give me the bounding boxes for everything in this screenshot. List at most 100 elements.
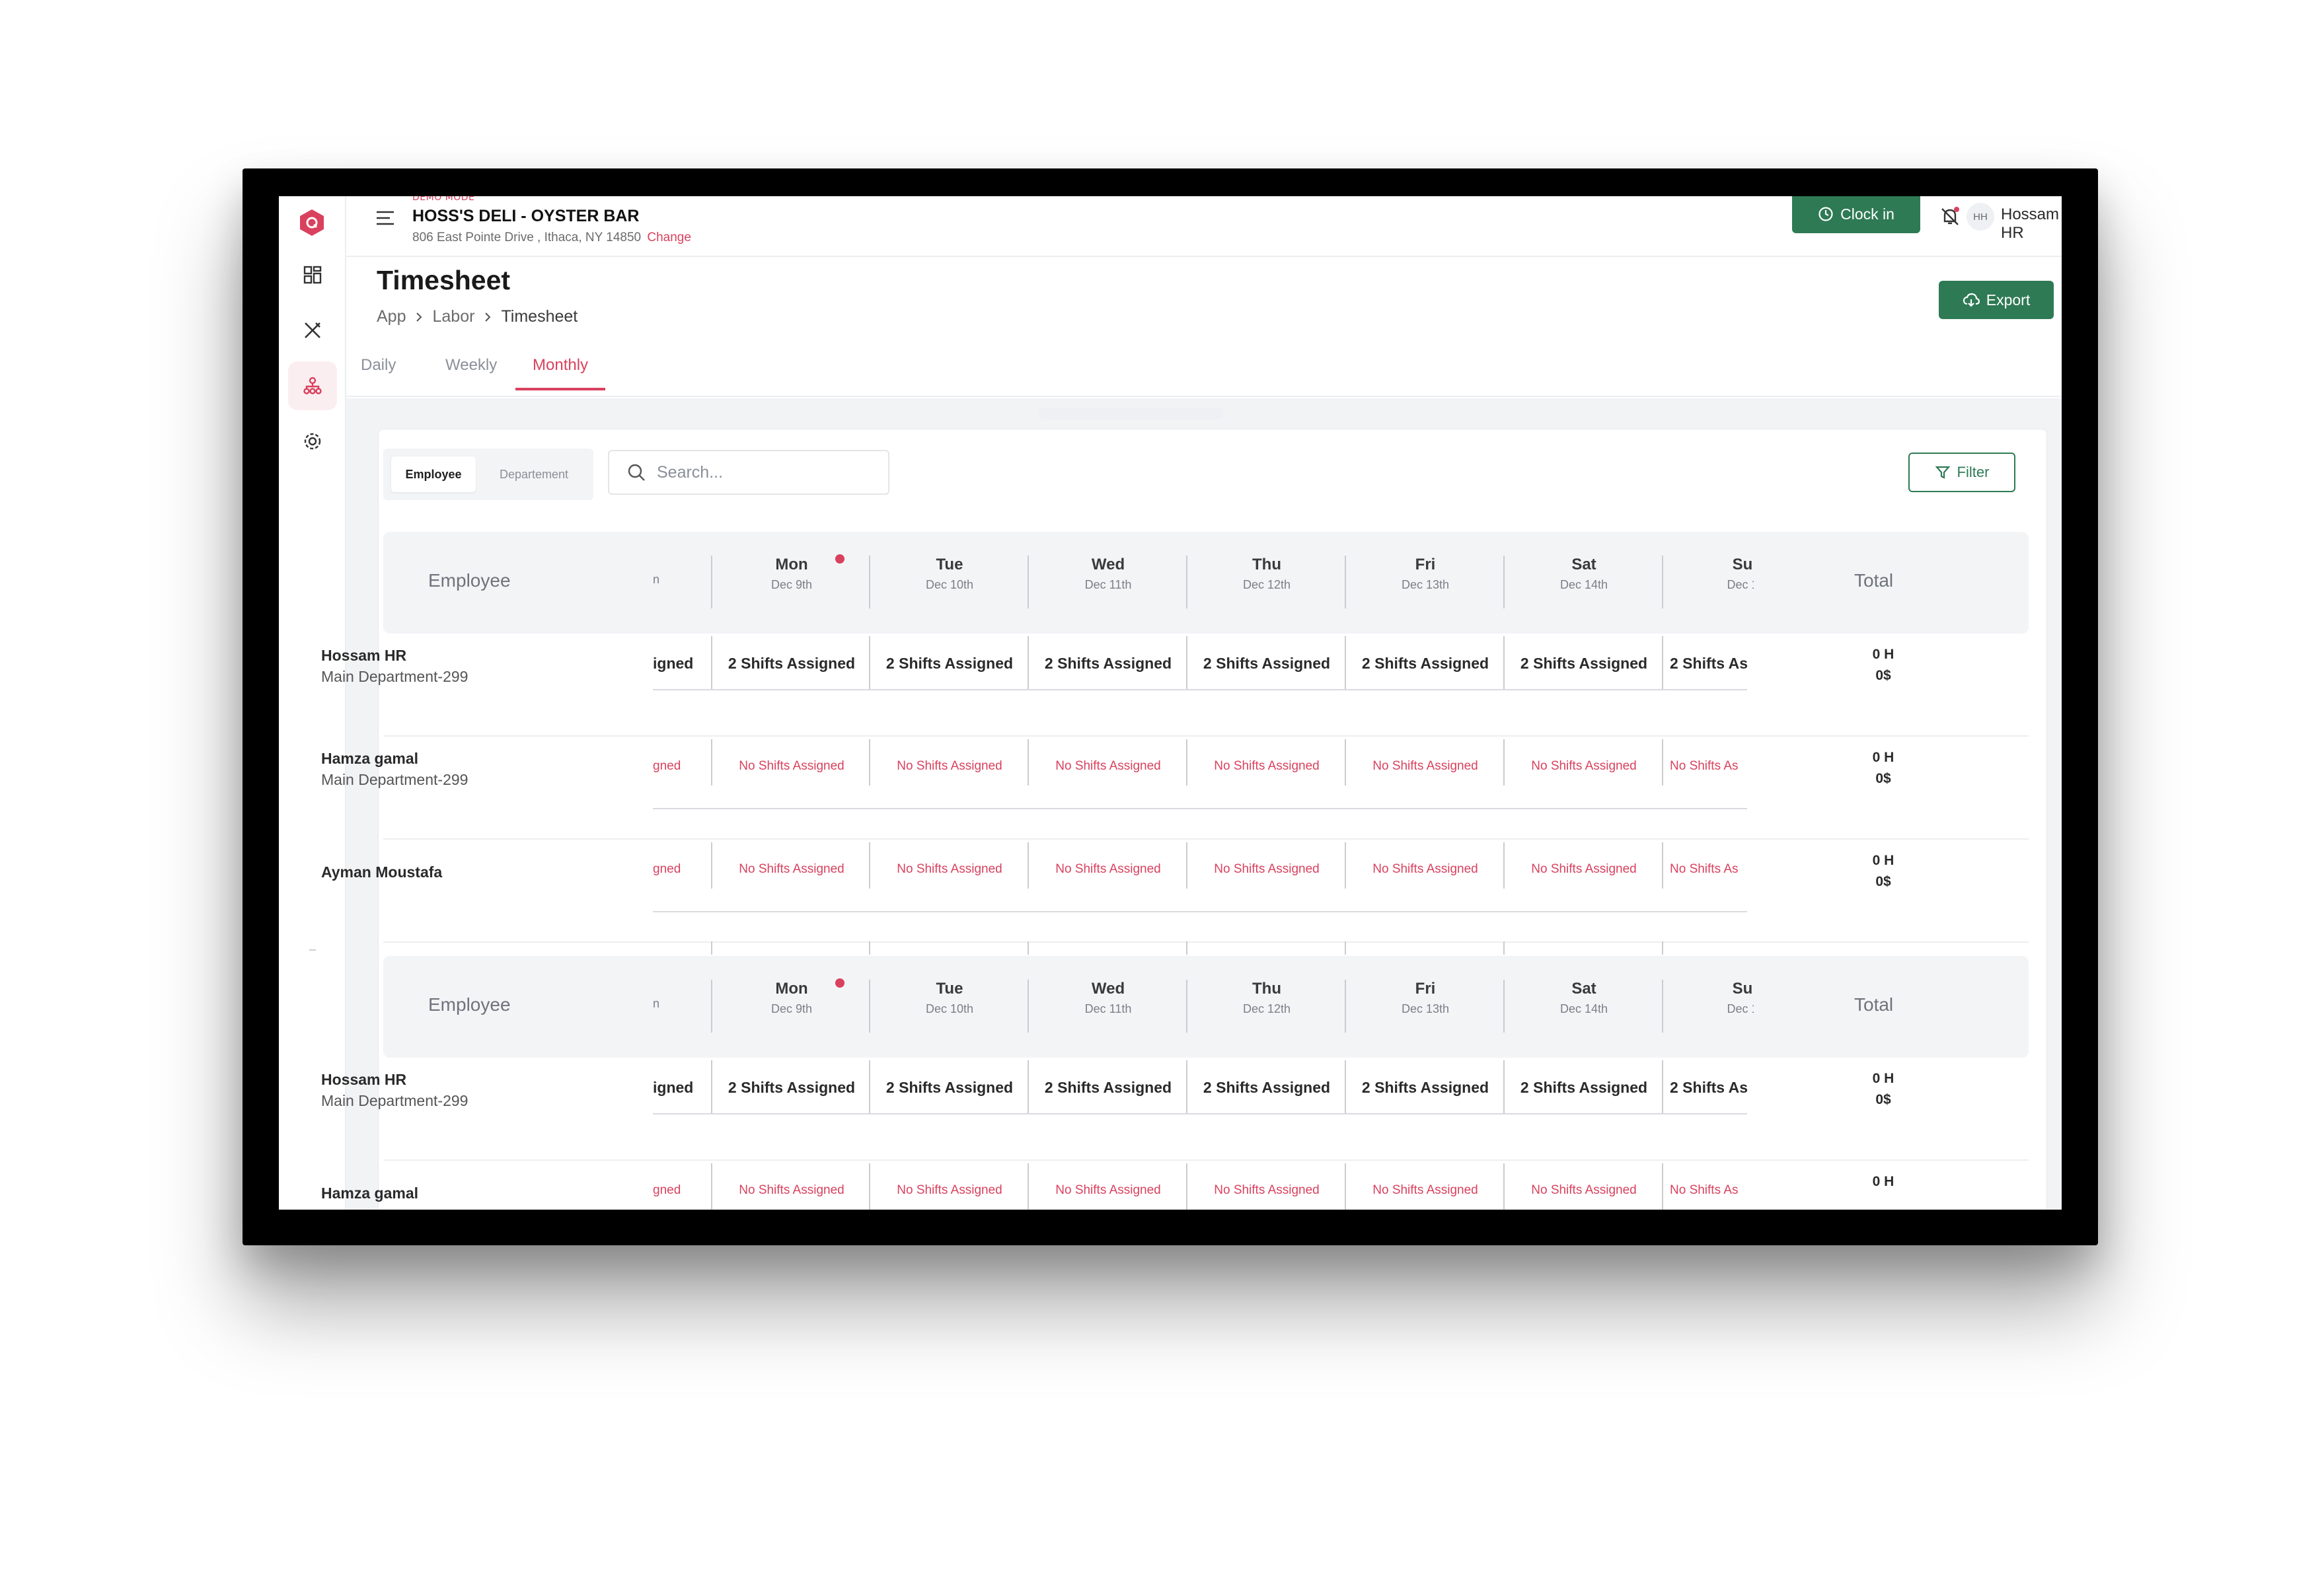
column-separator [1345,739,1346,786]
export-button[interactable]: Export [1939,281,2054,319]
shift-cell[interactable]: 2 Shifts Assigned [1346,1079,1505,1097]
employee-name[interactable]: Hamza gamal [321,1185,418,1202]
sidebar-divider [309,949,316,951]
shift-cell-partial[interactable]: gned [653,759,681,774]
shift-cell[interactable]: 2 Shifts As [1663,655,1754,673]
shift-cell[interactable]: No Shifts Assigned [1029,759,1187,774]
shift-cell[interactable]: No Shifts Assigned [1505,759,1663,774]
shift-cells-strip: gned No Shifts Assigned No Shifts Assigned… [653,842,1754,935]
export-label: Export [1986,291,2031,309]
avatar[interactable]: HH [1967,203,1994,231]
column-separator [869,636,870,689]
shift-cells-strip: gned No Shifts Assigned No Shifts Assigned… [653,739,1754,832]
shift-cell[interactable]: No Shifts Assigned [1346,759,1505,774]
day-header-strip: n Mon Dec 9th Tue Dec 10th Wed Dec 11th Thu Dec … [653,956,1754,1058]
shift-cell-partial[interactable]: igned [653,655,693,673]
sidebar-item-menu[interactable] [288,306,337,355]
shift-cell[interactable]: No Shifts As [1663,1183,1754,1198]
shift-cell[interactable]: No Shifts Assigned [1029,1183,1187,1198]
breadcrumb-timesheet: Timesheet [501,307,578,326]
employee-column-header: Employee [428,570,511,591]
shift-cell[interactable]: No Shifts Assigned [1187,759,1346,774]
day-name: Mon [775,980,808,998]
employee-name[interactable]: Hamza gamal [321,750,418,768]
shift-cell[interactable]: No Shifts Assigned [870,759,1029,774]
view-tabs: Daily Weekly Monthly [346,347,2062,397]
toggle-department[interactable]: Departement [480,457,588,492]
shift-cell[interactable]: No Shifts Assigned [1505,862,1663,877]
sidebar-item-settings[interactable] [288,417,337,466]
shift-cell[interactable]: No Shifts As [1663,759,1754,774]
day-date: Dec 11th [1084,578,1132,591]
column-separator [1345,1060,1346,1113]
column-separator [1662,842,1663,889]
shift-cell-partial[interactable]: gned [653,862,681,877]
shift-cell[interactable]: No Shifts Assigned [712,759,871,774]
total-amount: 0$ [1875,668,1891,683]
shift-cell[interactable]: 2 Shifts Assigned [1505,1079,1663,1097]
tab-monthly[interactable]: Monthly [515,356,606,390]
shift-cell[interactable]: 2 Shifts Assigned [1187,1079,1346,1097]
day-date: Dec 14th [1559,578,1608,591]
day-name: Wed [1091,980,1125,998]
store-name: HOSS'S DELI - OYSTER BAR [412,207,640,225]
shift-cell[interactable]: 2 Shifts Assigned [870,1079,1029,1097]
shift-cell[interactable]: 2 Shifts Assigned [1505,655,1663,673]
shift-cell[interactable]: 2 Shifts Assigned [1029,1079,1187,1097]
page-title: Timesheet [377,265,511,295]
shift-cell[interactable]: No Shifts As [1663,862,1754,877]
change-store-link[interactable]: Change [647,231,691,244]
shift-cell[interactable]: No Shifts Assigned [712,1183,871,1198]
user-name[interactable]: Hossam HR [2001,205,2062,242]
shift-cell[interactable]: No Shifts Assigned [1029,862,1187,877]
table-tail [653,941,1754,955]
column-separator [711,739,712,786]
shift-cell[interactable]: 2 Shifts Assigned [1346,655,1505,673]
column-separator [711,556,712,608]
shift-cell[interactable]: No Shifts Assigned [1505,1183,1663,1198]
clock-icon [1818,207,1833,221]
toggle-employee[interactable]: Employee [391,457,476,492]
shift-cell[interactable]: No Shifts Assigned [870,1183,1029,1198]
search-input[interactable] [657,462,875,482]
column-separator [1028,556,1029,608]
breadcrumb-app[interactable]: App [377,307,406,326]
day-date: Dec 9th [770,578,813,591]
notifications-off-icon[interactable] [1939,205,1961,228]
day-header-partial: n [653,997,660,1010]
shift-cell[interactable]: No Shifts Assigned [712,862,871,877]
column-separator [869,941,870,955]
employee-name[interactable]: Hossam HR [321,647,406,665]
shift-cell[interactable]: No Shifts Assigned [1187,862,1346,877]
filter-button[interactable]: Filter [1908,453,2015,492]
day-header-su: Su Dec 1 [1663,980,1754,1016]
column-separator [1186,1060,1187,1113]
shift-cell-partial[interactable]: igned [653,1079,693,1097]
day-header-mon: Mon Dec 9th [712,556,871,592]
shift-cell[interactable]: 2 Shifts Assigned [712,655,871,673]
breadcrumb-labor[interactable]: Labor [432,307,474,326]
tab-daily[interactable]: Daily [361,356,396,388]
shift-cell[interactable]: 2 Shifts Assigned [1187,655,1346,673]
shift-cell[interactable]: 2 Shifts As [1663,1079,1754,1097]
employee-name[interactable]: Ayman Moustafa [321,863,442,881]
shift-cell[interactable]: 2 Shifts Assigned [1029,655,1187,673]
tab-weekly[interactable]: Weekly [445,356,497,388]
shift-cell[interactable]: No Shifts Assigned [1346,1183,1505,1198]
shift-cell-partial[interactable]: gned [653,1183,681,1198]
shift-cell[interactable]: No Shifts Assigned [1187,1183,1346,1198]
sidebar-item-dashboard[interactable] [288,250,337,299]
clock-in-button[interactable]: Clock in [1792,196,1920,233]
column-separator [1503,739,1505,786]
employee-name[interactable]: Hossam HR [321,1071,406,1089]
brand-logo-icon[interactable] [298,208,326,237]
total-hours: 0 H [1872,853,1894,868]
loading-placeholder [1039,408,1224,420]
day-date: Dec 10th [925,578,974,591]
shift-cell[interactable]: 2 Shifts Assigned [712,1079,871,1097]
shift-cell[interactable]: No Shifts Assigned [870,862,1029,877]
shift-cell[interactable]: 2 Shifts Assigned [870,655,1029,673]
sidebar-item-labor[interactable] [288,361,337,410]
hamburger-menu-icon[interactable] [374,208,396,228]
shift-cell[interactable]: No Shifts Assigned [1346,862,1505,877]
